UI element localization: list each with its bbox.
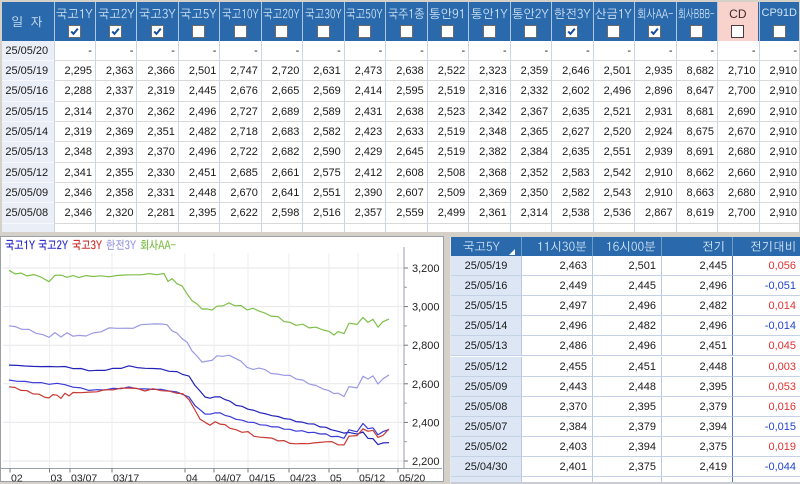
svg-text:2,400: 2,400 [412, 417, 440, 429]
svg-text:03/07: 03/07 [71, 472, 97, 482]
svg-text:05/12: 05/12 [359, 472, 385, 482]
svg-text:04/15: 04/15 [249, 472, 275, 482]
svg-text:03/17: 03/17 [113, 472, 139, 482]
svg-text:04/23: 04/23 [290, 472, 316, 482]
svg-text:2,600: 2,600 [412, 378, 440, 390]
svg-text:04: 04 [186, 472, 198, 482]
svg-text:2,200: 2,200 [412, 456, 440, 468]
svg-text:2,800: 2,800 [412, 340, 440, 352]
svg-text:3,000: 3,000 [412, 301, 440, 313]
svg-text:3,200: 3,200 [412, 263, 440, 275]
svg-text:04/07: 04/07 [215, 472, 241, 482]
svg-text:02: 02 [11, 472, 23, 482]
svg-text:05/20: 05/20 [399, 472, 425, 482]
svg-text:05: 05 [330, 472, 342, 482]
svg-text:03: 03 [51, 472, 63, 482]
